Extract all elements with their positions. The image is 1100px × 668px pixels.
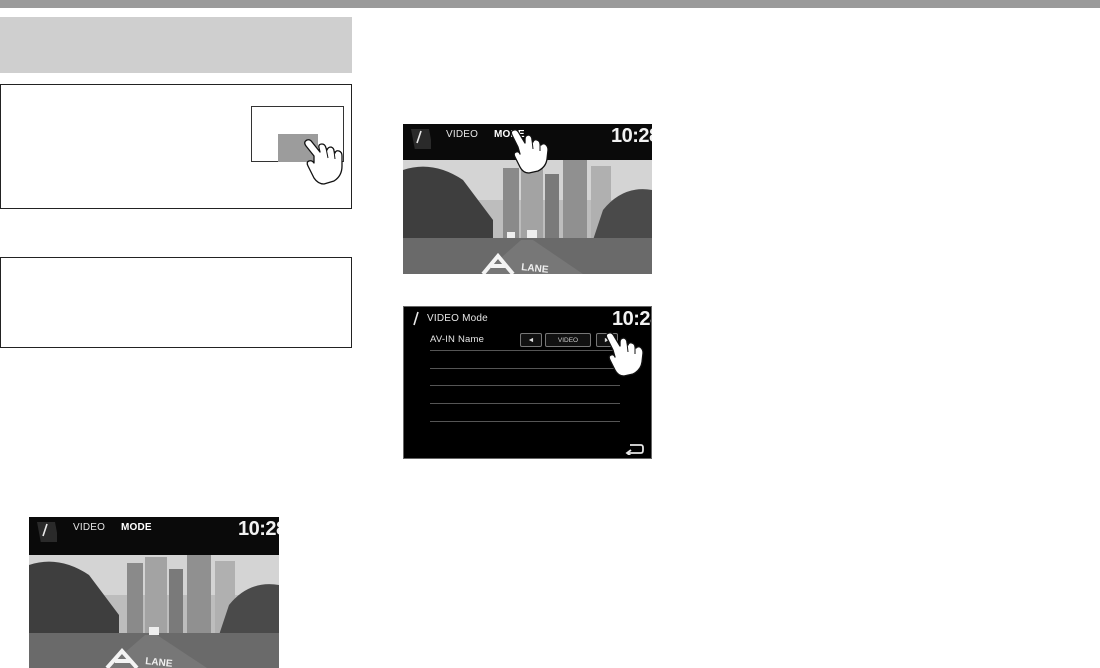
- street-scene-image: LANE: [403, 160, 652, 274]
- prev-value-button[interactable]: ◄: [520, 333, 542, 347]
- street-scene-image: LANE: [29, 555, 279, 668]
- clock: 10:28: [611, 125, 652, 147]
- list-divider: [430, 403, 620, 404]
- list-divider: [430, 421, 620, 422]
- screen-title: VIDEO Mode: [427, 313, 488, 324]
- section-header-bar: [0, 17, 352, 73]
- hand-pointer-icon: [508, 129, 552, 175]
- road-marking-text: LANE: [521, 262, 550, 274]
- source-label: VIDEO: [446, 129, 479, 140]
- road-marking-text: LANE: [145, 656, 174, 668]
- av-in-name-value: VIDEO: [545, 333, 591, 347]
- source-label: VIDEO: [73, 522, 106, 533]
- clock: 10:28: [612, 308, 651, 330]
- list-divider: [430, 368, 620, 369]
- menu-slash-icon[interactable]: [409, 127, 431, 149]
- playback-screen: LANE VIDEO MODE 10:28: [29, 517, 279, 668]
- hand-pointer-icon: [603, 332, 649, 380]
- hand-pointer-icon: [300, 136, 346, 186]
- back-arrow-icon[interactable]: [624, 443, 644, 455]
- mode-button[interactable]: MODE: [121, 522, 152, 533]
- menu-slash-icon[interactable]: [35, 520, 57, 542]
- av-in-name-label: AV-IN Name: [430, 334, 485, 345]
- list-divider: [430, 385, 620, 386]
- top-rule: [0, 0, 1100, 8]
- caution-box: [0, 257, 352, 348]
- clock: 10:28: [238, 518, 279, 540]
- list-divider: [430, 350, 620, 351]
- video-mode-screen: VIDEO Mode 10:28 AV-IN Name ◄ VIDEO ►: [403, 306, 652, 459]
